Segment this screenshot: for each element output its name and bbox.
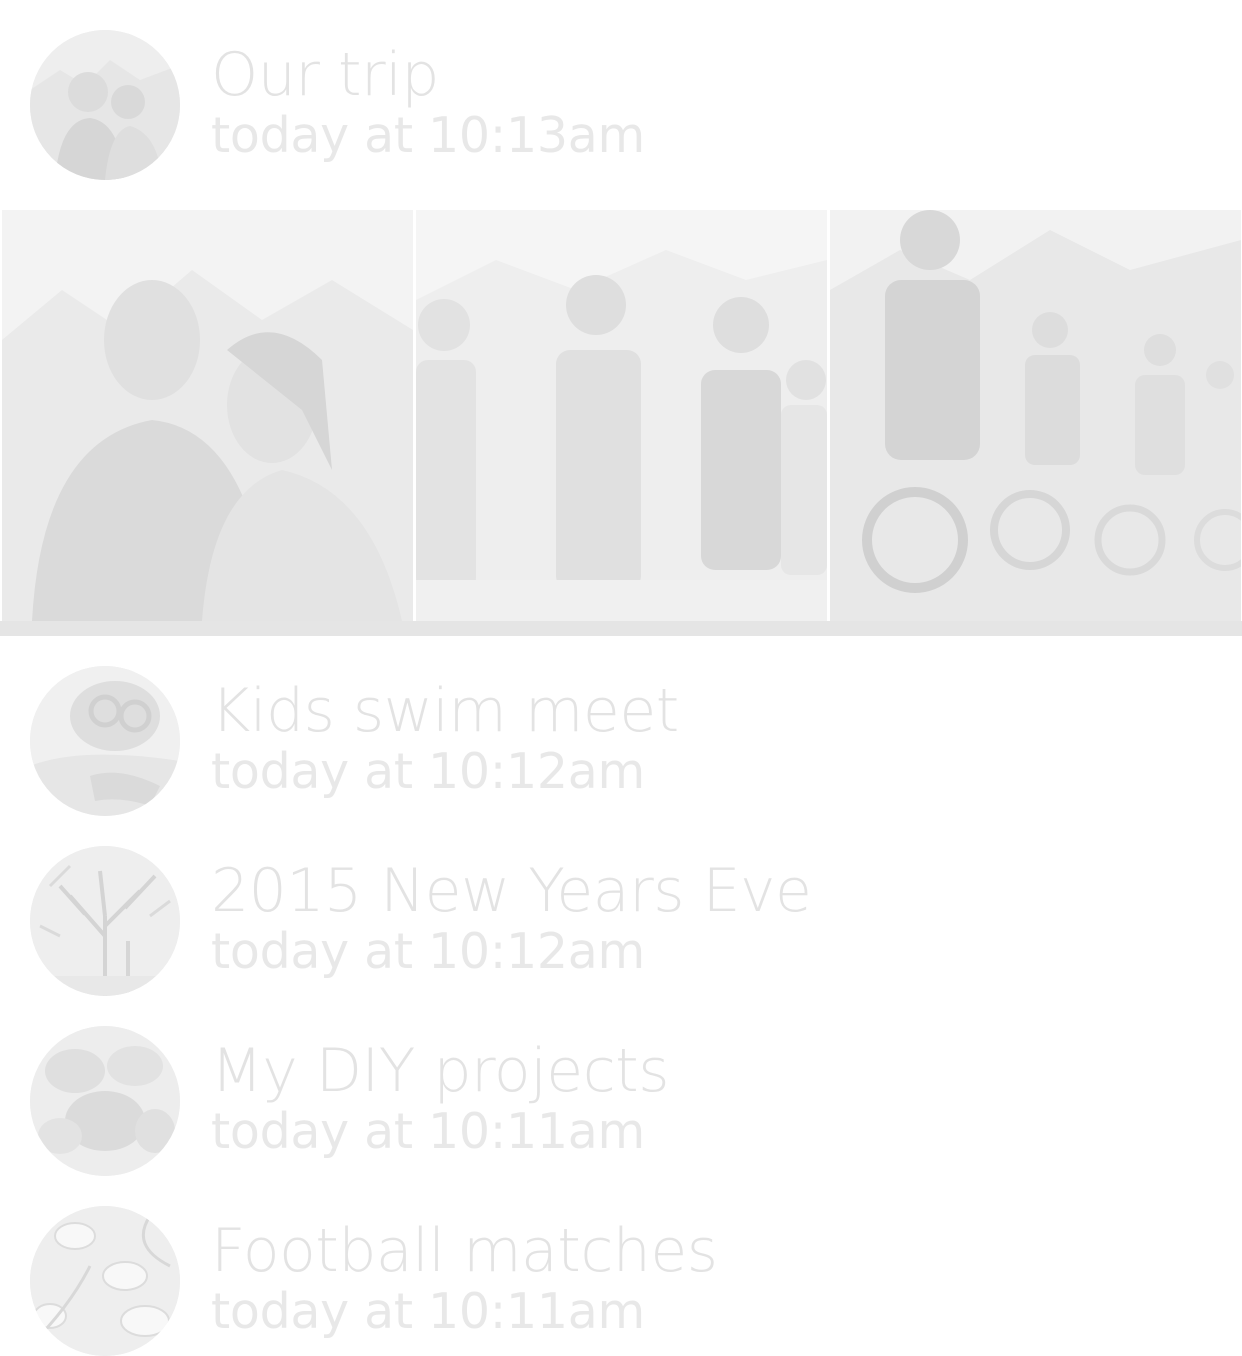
album-avatar [30, 30, 180, 180]
album-avatar [30, 1026, 180, 1176]
album-avatar [30, 666, 180, 816]
album-title: Kids swim meet [211, 676, 679, 746]
album-row-football-matches[interactable]: Football matches today at 10:11am [0, 1206, 1242, 1356]
album-timestamp: today at 10:11am [211, 1103, 645, 1160]
album-photo[interactable] [830, 210, 1241, 621]
winter-tree-photo-thumbnail-icon [30, 846, 180, 996]
album-timestamp: today at 10:13am [211, 107, 645, 164]
swimmer-photo-thumbnail-icon [30, 666, 180, 816]
album-avatar [30, 1206, 180, 1356]
couple-hug-photo-icon [2, 210, 413, 621]
album-row-my-diy-projects[interactable]: My DIY projects today at 10:11am [0, 1026, 1242, 1176]
album-photo[interactable] [2, 210, 413, 621]
album-timestamp: today at 10:12am [211, 923, 645, 980]
album-title: 2015 New Years Eve [211, 856, 812, 926]
couple-photo-thumbnail-icon [30, 30, 180, 180]
sheep-photo-thumbnail-icon [30, 1206, 180, 1356]
album-row-2015-new-years-eve[interactable]: 2015 New Years Eve today at 10:12am [0, 846, 1242, 996]
album-row-our-trip[interactable]: Our trip today at 10:13am [0, 30, 1242, 180]
album-title: Football matches [211, 1216, 718, 1286]
section-divider [0, 621, 1242, 636]
album-photo-strip [0, 210, 1242, 621]
diy-project-photo-thumbnail-icon [30, 1026, 180, 1176]
album-timestamp: today at 10:11am [211, 1283, 645, 1340]
album-title: Our trip [211, 40, 439, 110]
album-row-kids-swim-meet[interactable]: Kids swim meet today at 10:12am [0, 666, 1242, 816]
mountain-biking-photo-icon [830, 210, 1241, 621]
album-title: My DIY projects [211, 1036, 669, 1106]
album-timestamp: today at 10:12am [211, 743, 645, 800]
family-hiking-photo-icon [416, 210, 827, 621]
album-avatar [30, 846, 180, 996]
album-photo[interactable] [416, 210, 827, 621]
